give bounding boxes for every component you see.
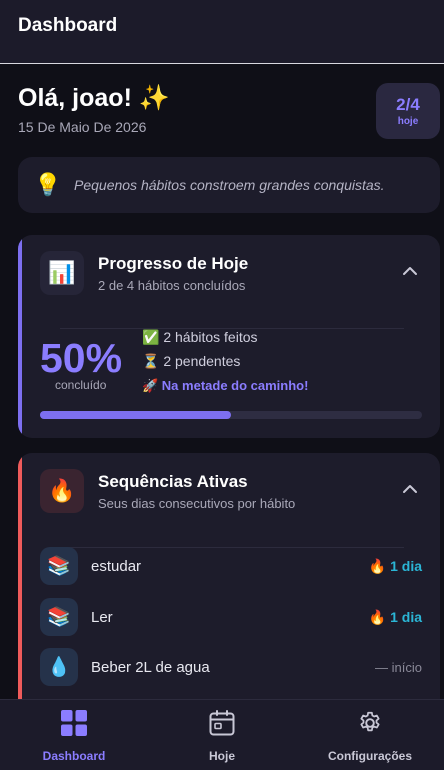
books-icon: 📚 xyxy=(40,598,78,636)
bottom-navigation: Dashboard Hoje Configurações xyxy=(0,699,444,770)
lightbulb-icon: 💡 xyxy=(34,172,62,197)
today-label: hoje xyxy=(397,116,419,127)
streak-item[interactable]: 📚 Ler 🔥 1 dia xyxy=(40,598,422,636)
motivation-quote: 💡 Pequenos hábitos constroem grandes con… xyxy=(18,157,440,213)
greeting-title: Olá, joao! ✨ xyxy=(18,84,170,112)
nav-label: Hoje xyxy=(208,749,235,763)
progress-bar-fill xyxy=(40,411,231,419)
nav-label: Configurações xyxy=(327,749,412,763)
progress-card-subtitle: 2 de 4 hábitos concluídos xyxy=(98,277,246,293)
top-app-bar: Dashboard xyxy=(0,0,444,64)
grid-icon xyxy=(61,710,87,736)
progress-card-title: Progresso de Hoje xyxy=(98,253,249,273)
habit-name: estudar xyxy=(91,557,142,575)
progress-card-header[interactable]: 📊 Progresso de Hoje 2 de 4 hábitos concl… xyxy=(40,251,248,295)
streak-count: 🔥 1 dia xyxy=(368,557,422,574)
nav-label: Dashboard xyxy=(42,749,106,763)
habit-name: Ler xyxy=(91,608,113,626)
fire-icon: 🔥 xyxy=(40,469,84,513)
current-date: 15 De Maio De 2026 xyxy=(18,119,147,135)
today-count-badge: 2/4 hoje xyxy=(376,83,440,139)
progress-status-text: 🚀 Na metade do caminho! xyxy=(142,378,309,393)
streaks-card-subtitle: Seus dias consecutivos por hábito xyxy=(98,495,296,511)
quote-text: Pequenos hábitos constroem grandes conqu… xyxy=(74,177,385,193)
pending-count-text: ⏳ 2 pendentes xyxy=(142,353,241,369)
bar-chart-icon: 📊 xyxy=(40,251,84,295)
gear-icon xyxy=(360,711,380,732)
chevron-up-icon[interactable] xyxy=(402,265,418,277)
streak-item[interactable]: 💧 Beber 2L de agua — início xyxy=(40,648,422,686)
calendar-icon xyxy=(209,710,235,736)
progress-card: 📊 Progresso de Hoje 2 de 4 hábitos concl… xyxy=(18,235,440,438)
progress-bar xyxy=(40,411,422,419)
streak-count: 🔥 1 dia xyxy=(368,608,422,625)
nav-hoje[interactable]: Hoje xyxy=(148,700,296,770)
today-count: 2/4 xyxy=(396,95,420,114)
streaks-card: 🔥 Sequências Ativas Seus dias consecutiv… xyxy=(18,453,440,713)
page-title: Dashboard xyxy=(18,14,118,36)
done-count-text: ✅ 2 hábitos feitos xyxy=(142,329,258,345)
progress-percent: 50% xyxy=(40,335,123,381)
water-drop-icon: 💧 xyxy=(40,648,78,686)
streaks-card-header[interactable]: 🔥 Sequências Ativas Seus dias consecutiv… xyxy=(40,469,295,513)
books-icon: 📚 xyxy=(40,547,78,585)
nav-configuracoes[interactable]: Configurações xyxy=(296,700,444,770)
nav-dashboard[interactable]: Dashboard xyxy=(0,700,148,770)
progress-card-accent xyxy=(18,235,22,438)
greeting: Olá, joao! ✨ 15 De Maio De 2026 xyxy=(18,84,170,135)
progress-percent-label: concluído xyxy=(55,378,107,392)
habit-name: Beber 2L de agua xyxy=(91,658,210,676)
chevron-up-icon[interactable] xyxy=(402,483,418,495)
streaks-card-accent xyxy=(18,453,22,713)
streak-item[interactable]: 📚 estudar 🔥 1 dia xyxy=(40,547,422,585)
streak-count: — início xyxy=(375,659,422,675)
streaks-card-title: Sequências Ativas xyxy=(98,471,248,491)
